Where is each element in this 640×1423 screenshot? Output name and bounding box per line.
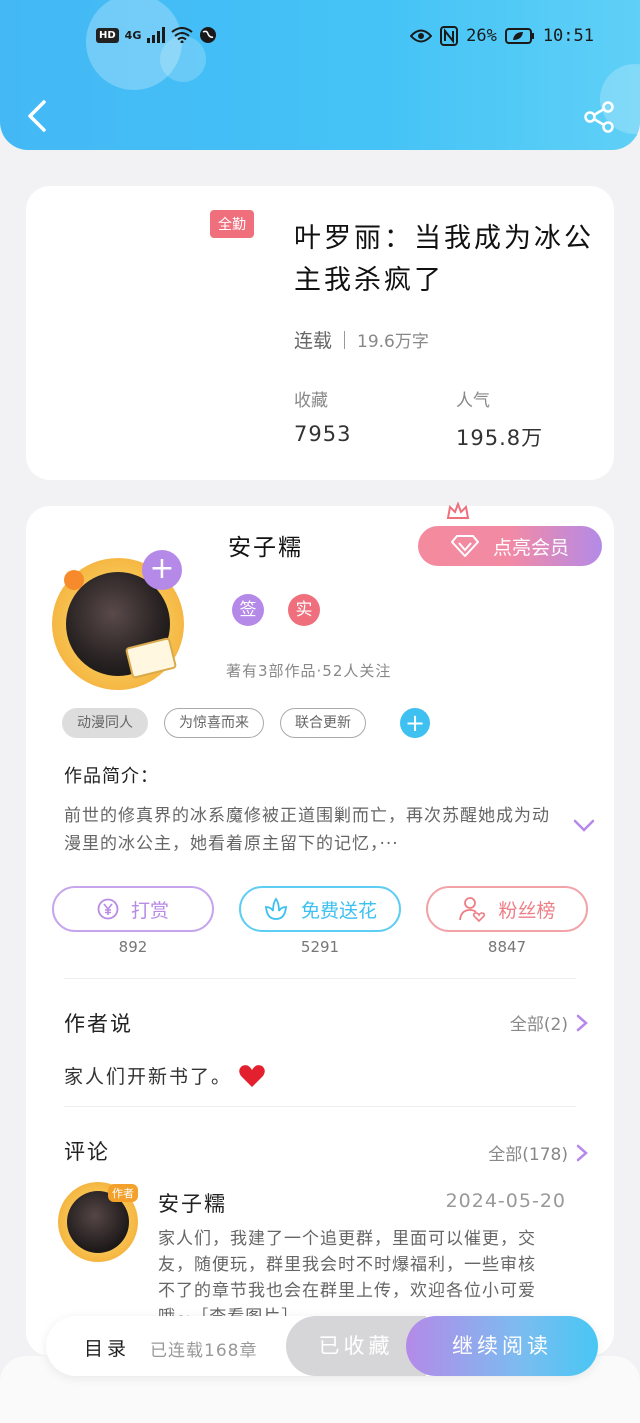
section-divider <box>64 978 576 979</box>
comments-more-link[interactable]: 全部(178) <box>488 1140 588 1165</box>
clock: 10:51 <box>542 26 594 46</box>
signed-badge: 签 <box>232 594 264 626</box>
comment-text[interactable]: 家人们，我建了一个追更群，里面可以催更，交友，随便玩，群里我会时不时爆福利，一些… <box>158 1226 538 1318</box>
popularity-label: 人气 <box>456 391 490 411</box>
tag-item[interactable]: 联合更新 <box>280 708 366 738</box>
status-bar: HD 4G 26% 10:51 <box>0 26 640 56</box>
network-gen: 4G <box>124 28 142 42</box>
chevron-right-icon <box>576 1014 588 1031</box>
fan-ranking-button[interactable]: 粉丝榜 <box>426 886 588 932</box>
heart-icon <box>239 1064 265 1087</box>
fan-count: 8847 <box>487 938 527 956</box>
flower-icon <box>265 897 287 920</box>
full-attendance-badge: 全勤 <box>210 210 254 238</box>
author-says-text: 家人们开新书了。 <box>64 1062 266 1089</box>
tip-label: 打赏 <box>130 899 169 922</box>
add-tag-button[interactable]: + <box>400 708 430 738</box>
header: HD 4G 26% 10:51 <box>0 0 640 150</box>
activate-membership-button[interactable]: 点亮会员 <box>418 526 602 566</box>
member-button-label: 点亮会员 <box>492 536 569 559</box>
book-status: 连载 <box>294 330 333 352</box>
chevron-down-icon[interactable] <box>572 818 596 834</box>
commenter-name: 安子糯 <box>158 1192 227 1216</box>
share-icon[interactable] <box>582 100 616 134</box>
eye-icon <box>410 29 433 43</box>
collected-button[interactable]: 已收藏 <box>286 1316 426 1376</box>
author-says-content: 家人们开新书了。 <box>64 1066 233 1088</box>
section-divider <box>64 1106 576 1107</box>
hd-icon: HD <box>96 27 119 43</box>
author-says-title: 作者说 <box>64 1012 133 1036</box>
author-tag: 作者 <box>108 1184 138 1202</box>
user-heart-icon <box>459 897 486 922</box>
battery-percent: 26% <box>466 26 497 46</box>
comments-title: 评论 <box>64 1140 110 1164</box>
book-meta: 连载 19.6万字 <box>294 326 429 353</box>
back-icon[interactable] <box>22 98 52 134</box>
chapter-count: 已连载168章 <box>150 1341 258 1361</box>
tag-list: 动漫同人 为惊喜而来 联合更新 + <box>62 708 430 738</box>
verified-badge: 实 <box>288 594 320 626</box>
fan-ranking-label: 粉丝榜 <box>498 899 556 922</box>
tag-item[interactable]: 动漫同人 <box>62 708 148 738</box>
book-info-card: 全勤 叶罗丽：当我成为冰公主我杀疯了 连载 19.6万字 收藏 7953 人气 … <box>26 186 614 480</box>
yen-icon <box>97 898 119 920</box>
author-says-more-label: 全部(2) <box>509 1015 568 1035</box>
flower-decoration <box>64 570 84 590</box>
book-word-count: 19.6万字 <box>357 332 429 352</box>
meta-divider <box>344 330 346 349</box>
book-title: 叶罗丽：当我成为冰公主我杀疯了 <box>294 223 594 296</box>
intro-title: 作品简介： <box>64 766 159 787</box>
crown-icon <box>446 502 470 519</box>
send-flower-label: 免费送花 <box>300 899 377 922</box>
favorites-label: 收藏 <box>294 391 328 411</box>
continue-reading-button[interactable]: 继续阅读 <box>406 1316 598 1376</box>
follow-author-button[interactable]: + <box>142 550 182 590</box>
popularity-value: 195.8万 <box>456 426 544 450</box>
tag-item[interactable]: 为惊喜而来 <box>164 708 264 738</box>
flower-count: 5291 <box>300 938 340 956</box>
tip-count: 892 <box>118 938 148 956</box>
globe-icon <box>200 27 217 43</box>
catalog-button[interactable]: 目录 <box>84 1334 130 1361</box>
tip-button[interactable]: 打赏 <box>52 886 214 932</box>
comment-date: 2024-05-20 <box>445 1190 566 1212</box>
signal-icon <box>147 27 166 43</box>
favorites-value: 7953 <box>294 422 352 446</box>
intro-text: 前世的修真界的冰系魔修被正道围剿而亡，再次苏醒她成为动漫里的冰公主，她看着原主留… <box>64 806 550 854</box>
author-name: 安子糯 <box>228 535 303 561</box>
chevron-right-icon <box>576 1144 588 1161</box>
send-flower-button[interactable]: 免费送花 <box>239 886 401 932</box>
bottom-action-bar: 目录 已连载168章 已收藏 继续阅读 <box>46 1316 598 1376</box>
wifi-icon <box>171 27 193 43</box>
author-says-more-link[interactable]: 全部(2) <box>510 1010 588 1035</box>
diamond-icon <box>450 535 479 557</box>
author-detail-card: + 安子糯 点亮会员 签 实 著有3部作品·52人关注 动漫同人 为惊喜而来 联… <box>26 502 614 1356</box>
nfc-icon <box>440 26 459 46</box>
comments-more-label: 全部(178) <box>488 1145 568 1165</box>
battery-icon <box>504 28 534 44</box>
author-works-info: 著有3部作品·52人关注 <box>226 662 392 680</box>
